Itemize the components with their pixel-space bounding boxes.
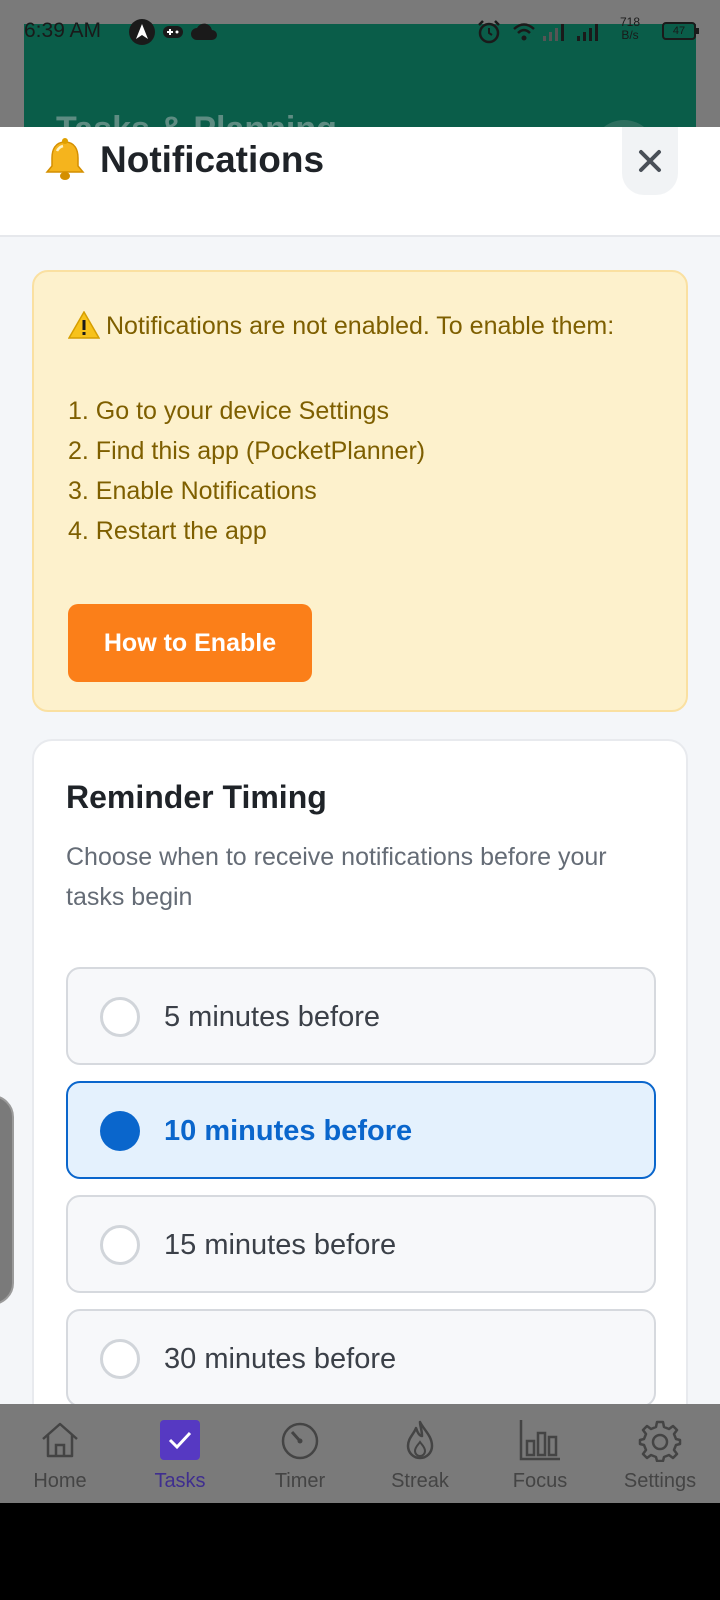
nav-label: Focus: [512, 1470, 568, 1492]
radio-button[interactable]: [100, 1225, 140, 1265]
signal-icon: [542, 20, 566, 44]
warning-step: 1. Go to your device Settings: [68, 397, 390, 425]
navigation-icon: [128, 19, 156, 45]
reminder-option-label: 10 minutes before: [164, 1115, 413, 1147]
network-speed: 718 B/s: [620, 16, 640, 42]
nav-item-focus[interactable]: Focus: [480, 1404, 600, 1503]
radio-button[interactable]: [100, 1111, 140, 1151]
reminder-timing-card: Reminder Timing Choose when to receive n…: [32, 739, 688, 1404]
timer-icon: [276, 1416, 324, 1464]
modal-title: Notifications: [100, 139, 325, 180]
warning-line: Notifications are not enabled. To enable…: [67, 306, 658, 351]
close-button[interactable]: [622, 127, 678, 195]
nav-label: Tasks: [154, 1470, 206, 1492]
tasks-check-icon: [156, 1416, 204, 1464]
warning-step: 3. Enable Notifications: [68, 477, 317, 505]
nav-item-timer[interactable]: Timer: [240, 1404, 360, 1503]
modal-header: Notifications: [0, 127, 720, 237]
gear-icon: [636, 1416, 684, 1464]
reminder-option-30[interactable]: 30 minutes before: [66, 1309, 656, 1404]
reminder-description: Choose when to receive notifications bef…: [66, 843, 607, 911]
nav-label: Timer: [274, 1470, 326, 1492]
radio-button[interactable]: [100, 1339, 140, 1379]
reminder-option-label: 30 minutes before: [164, 1343, 397, 1375]
reminder-title: Reminder Timing: [66, 779, 327, 815]
close-icon: [639, 150, 661, 172]
reminder-option-label: 15 minutes before: [164, 1229, 397, 1261]
signal-icon: [576, 20, 600, 44]
warning-message: Notifications are not enabled. To enable…: [67, 306, 658, 551]
home-icon: [36, 1416, 84, 1464]
reminder-option-15[interactable]: 15 minutes before: [66, 1195, 656, 1293]
network-speed-value: 718: [620, 15, 641, 29]
reminder-option-10[interactable]: 10 minutes before: [66, 1081, 656, 1179]
notifications-warning-card: Notifications are not enabled. To enable…: [32, 270, 688, 712]
nav-item-home[interactable]: Home: [0, 1404, 120, 1503]
modal-title-row: Notifications: [40, 135, 324, 185]
nav-label: Home: [33, 1470, 87, 1492]
nav-label: Streak: [391, 1470, 449, 1492]
notifications-modal: Notifications Notifications are not enab…: [0, 127, 720, 1404]
wifi-icon: [512, 20, 536, 44]
warning-step: 4. Restart the app: [68, 517, 267, 545]
nav-item-tasks[interactable]: Tasks: [120, 1404, 240, 1503]
cloud-icon: [190, 20, 218, 44]
status-bar: 6:39 AM 718 B/s 47: [0, 0, 720, 62]
status-time: 6:39 AM: [24, 19, 102, 42]
background-card-edge: [0, 1095, 14, 1305]
warning-line: [68, 351, 658, 391]
warning-line-text: Notifications are not enabled. To enable…: [106, 312, 615, 340]
flame-icon: [396, 1416, 444, 1464]
nav-item-settings[interactable]: Settings: [600, 1404, 720, 1503]
warning-icon: [67, 310, 101, 351]
reminder-option-label: 5 minutes before: [164, 1001, 381, 1033]
nav-label: Settings: [623, 1470, 697, 1492]
alarm-icon: [476, 20, 502, 44]
bottom-navigation: Home Tasks Timer Streak Focus Settings: [0, 1404, 720, 1503]
radio-button[interactable]: [100, 997, 140, 1037]
bell-icon: [40, 135, 90, 185]
battery-icon: 47: [662, 22, 699, 40]
how-to-enable-button[interactable]: How to Enable: [68, 604, 312, 682]
system-navigation-bar: [0, 1503, 720, 1600]
nav-item-streak[interactable]: Streak: [360, 1404, 480, 1503]
warning-step: 2. Find this app (PocketPlanner): [68, 437, 426, 465]
reminder-option-5[interactable]: 5 minutes before: [66, 967, 656, 1065]
network-speed-unit: B/s: [621, 28, 639, 42]
bar-chart-icon: [516, 1416, 564, 1464]
gamepad-icon: [162, 20, 184, 44]
